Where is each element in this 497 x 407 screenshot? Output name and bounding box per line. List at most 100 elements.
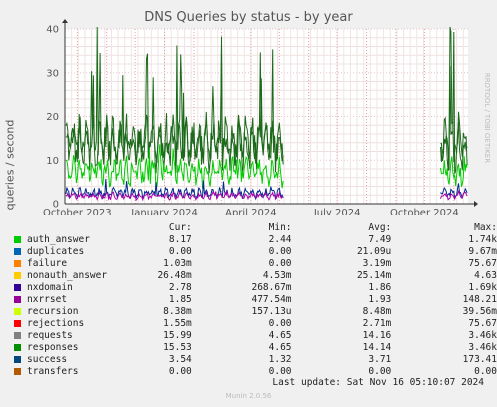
legend-series-label: requests bbox=[27, 330, 73, 341]
legend-max: 3.46k bbox=[468, 342, 497, 353]
legend-swatch bbox=[14, 284, 21, 291]
legend-series-name: duplicates bbox=[14, 246, 144, 258]
legend-row: success 3.54 1.32 3.71 173.41 bbox=[14, 354, 497, 366]
legend-header-min: Min: bbox=[268, 222, 292, 233]
legend-row: nonauth_answer 26.48m 4.53m 25.14m 4.63 bbox=[14, 270, 497, 282]
legend-series-label: nonauth_answer bbox=[27, 270, 108, 281]
legend-row: failure 1.03m 0.00 3.19m 75.67 bbox=[14, 258, 497, 270]
legend-avg: 3.71 bbox=[368, 354, 392, 365]
legend-min: 4.53m bbox=[262, 270, 292, 281]
legend-series-label: nxdomain bbox=[27, 282, 73, 293]
x-tick-label: October 2023 bbox=[43, 208, 112, 215]
legend-swatch bbox=[14, 368, 21, 375]
x-axis-arrow bbox=[474, 201, 478, 207]
legend-swatch bbox=[14, 332, 21, 339]
legend-cur: 1.03m bbox=[163, 258, 192, 269]
legend-swatch bbox=[14, 248, 21, 255]
legend-max: 9.67m bbox=[468, 246, 497, 257]
legend-avg: 3.19m bbox=[362, 258, 392, 269]
legend-row: nxdomain 2.78 268.67m 1.86 1.69k bbox=[14, 282, 497, 294]
legend-series-label: duplicates bbox=[27, 246, 85, 257]
legend-avg: 2.71m bbox=[362, 318, 392, 329]
legend-table: Cur: Min: Avg: Max: auth_answer 8.17 2.44 7… bbox=[14, 222, 497, 378]
legend-swatch bbox=[14, 356, 21, 363]
legend-min: 0.00 bbox=[268, 258, 292, 269]
legend-series-name: recursion bbox=[14, 306, 144, 318]
legend-header-cur: Cur: bbox=[168, 222, 192, 233]
legend-body: auth_answer 8.17 2.44 7.49 1.74k duplicates 0.… bbox=[14, 234, 497, 378]
legend-min: 477.54m bbox=[251, 294, 292, 305]
legend-cur: 15.53 bbox=[163, 342, 192, 353]
legend-max: 1.74k bbox=[468, 234, 497, 245]
y-tick-label: 30 bbox=[46, 68, 59, 79]
legend-series-name: failure bbox=[14, 258, 144, 270]
legend-swatch bbox=[14, 272, 21, 279]
legend-min: 268.67m bbox=[251, 282, 292, 293]
legend-row: nxrrset 1.85 477.54m 1.93 148.21 bbox=[14, 294, 497, 306]
legend-max: 1.69k bbox=[468, 282, 497, 293]
legend-max: 173.41 bbox=[462, 354, 497, 365]
legend-row: duplicates 0.00 0.00 21.09u 9.67m bbox=[14, 246, 497, 258]
legend-header-row: Cur: Min: Avg: Max: bbox=[14, 222, 497, 234]
x-tick-label: January 2024 bbox=[130, 208, 198, 215]
y-tick-label: 10 bbox=[46, 156, 59, 167]
legend-series-label: nxrrset bbox=[27, 294, 68, 305]
legend-cur: 0.00 bbox=[168, 366, 192, 377]
legend-series-label: rejections bbox=[27, 318, 85, 329]
legend-max: 75.67 bbox=[468, 318, 497, 329]
legend-swatch bbox=[14, 260, 21, 267]
legend-min: 1.32 bbox=[268, 354, 292, 365]
legend-swatch bbox=[14, 344, 21, 351]
legend-row: recursion 8.38m 157.13u 8.48m 39.56m bbox=[14, 306, 497, 318]
y-tick-label: 40 bbox=[46, 25, 59, 36]
legend-series-label: responses bbox=[27, 342, 79, 353]
legend-avg: 14.16 bbox=[362, 330, 392, 341]
legend-cur: 2.78 bbox=[168, 282, 192, 293]
x-tick-label: October 2024 bbox=[390, 208, 459, 215]
legend-avg: 8.48m bbox=[362, 306, 392, 317]
legend-min: 0.00 bbox=[268, 318, 292, 329]
legend-header-max: Max: bbox=[474, 222, 497, 233]
legend-cur: 0.00 bbox=[168, 246, 192, 257]
legend-row: rejections 1.55m 0.00 2.71m 75.67 bbox=[14, 318, 497, 330]
legend-avg: 14.14 bbox=[362, 342, 392, 353]
legend-swatch bbox=[14, 236, 21, 243]
legend-avg: 7.49 bbox=[368, 234, 392, 245]
legend-series-label: auth_answer bbox=[27, 234, 90, 245]
legend-max: 75.67 bbox=[468, 258, 497, 269]
legend-series-label: transfers bbox=[27, 366, 79, 377]
y-axis-arrow bbox=[62, 19, 68, 23]
x-tick-label: April 2024 bbox=[225, 208, 276, 215]
legend-series-name: transfers bbox=[14, 366, 144, 378]
version-label: Munin 2.0.56 bbox=[225, 392, 272, 400]
legend-max: 148.21 bbox=[462, 294, 497, 305]
y-tick-label: 20 bbox=[46, 112, 59, 123]
legend-min: 157.13u bbox=[251, 306, 292, 317]
chart-area: 010203040October 2023 January 2024 April 2… bbox=[43, 19, 478, 215]
legend-avg: 1.86 bbox=[368, 282, 392, 293]
legend-series-name: nxrrset bbox=[14, 294, 144, 306]
legend-min: 4.65 bbox=[268, 342, 292, 353]
legend-min: 4.65 bbox=[268, 330, 292, 341]
legend-cur: 3.54 bbox=[168, 354, 192, 365]
legend-max: 3.46k bbox=[468, 330, 497, 341]
legend-series-label: success bbox=[27, 354, 68, 365]
legend-avg: 1.93 bbox=[368, 294, 392, 305]
legend-cur: 15.99 bbox=[163, 330, 192, 341]
legend-cur: 8.38m bbox=[163, 306, 192, 317]
legend-cur: 1.85 bbox=[168, 294, 192, 305]
legend-cur: 1.55m bbox=[163, 318, 192, 329]
last-update: Last update: Sat Nov 16 05:10:07 2024 bbox=[272, 377, 484, 388]
legend-max: 39.56m bbox=[462, 306, 497, 317]
legend-avg: 25.14m bbox=[356, 270, 392, 281]
legend-series-name: auth_answer bbox=[14, 234, 144, 246]
legend-series-label: recursion bbox=[27, 306, 79, 317]
legend-row: auth_answer 8.17 2.44 7.49 1.74k bbox=[14, 234, 497, 246]
legend-series-name: nxdomain bbox=[14, 282, 144, 294]
legend-swatch bbox=[14, 296, 21, 303]
legend-max: 4.63 bbox=[474, 270, 497, 281]
legend-series-label: failure bbox=[27, 258, 68, 269]
legend-swatch bbox=[14, 320, 21, 327]
legend-series-name: requests bbox=[14, 330, 144, 342]
legend-series-name: responses bbox=[14, 342, 144, 354]
